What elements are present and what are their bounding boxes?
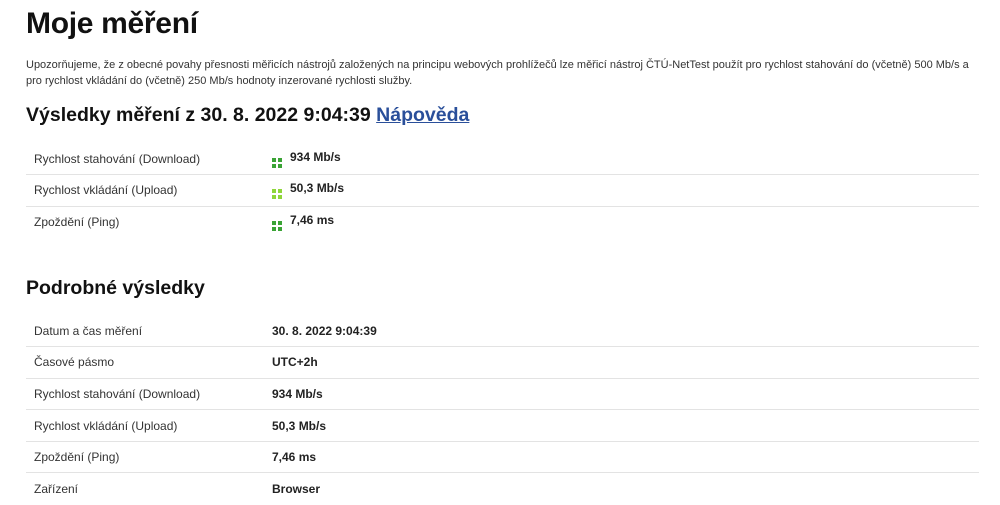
detail-row-device: Zařízení Browser <box>26 473 979 505</box>
detail-row-datetime: Datum a čas měření 30. 8. 2022 9:04:39 <box>26 315 979 347</box>
page-title: Moje měření <box>26 7 198 40</box>
detail-label: Datum a čas měření <box>34 323 143 338</box>
detail-value: 30. 8. 2022 9:04:39 <box>272 323 377 338</box>
detail-value: UTC+2h <box>272 355 318 370</box>
detail-value: 934 Mb/s <box>272 386 323 401</box>
result-row-upload: Rychlost vkládání (Upload) 50,3 Mb/s <box>26 175 979 207</box>
detail-results-table: Datum a čas měření 30. 8. 2022 9:04:39 Č… <box>26 315 979 505</box>
speed-limit-notice: Upozorňujeme, že z obecné povahy přesnos… <box>26 59 969 87</box>
result-value: 7,46 ms <box>290 213 335 228</box>
results-table: Rychlost stahování (Download) 934 Mb/s R… <box>26 143 979 238</box>
detail-label: Rychlost stahování (Download) <box>34 386 201 401</box>
result-value-cell: 934 Mb/s <box>272 143 979 175</box>
detail-row-download: Rychlost stahování (Download) 934 Mb/s <box>26 378 979 410</box>
detail-label: Časové pásmo <box>34 355 115 370</box>
result-value: 934 Mb/s <box>290 149 341 164</box>
result-label: Zpoždění (Ping) <box>34 215 120 230</box>
detail-label: Zařízení <box>34 482 79 497</box>
detail-row-ping: Zpoždění (Ping) 7,46 ms <box>26 441 979 473</box>
detail-value: 50,3 Mb/s <box>272 418 327 433</box>
quality-grid-icon <box>272 221 282 232</box>
help-link[interactable]: Nápověda <box>376 104 469 126</box>
detail-row-timezone: Časové pásmo UTC+2h <box>26 347 979 379</box>
result-value: 50,3 Mb/s <box>290 181 345 196</box>
detail-value: Browser <box>272 482 321 497</box>
result-value-cell: 7,46 ms <box>272 206 979 238</box>
results-heading: Výsledky měření z 30. 8. 2022 9:04:39 Ná… <box>26 104 469 127</box>
quality-grid-icon <box>272 189 282 200</box>
detail-label: Rychlost vkládání (Upload) <box>34 418 178 433</box>
page: Moje měření Upozorňujeme, že z obecné po… <box>0 0 1000 499</box>
detail-label: Zpoždění (Ping) <box>34 450 120 465</box>
detail-row-upload: Rychlost vkládání (Upload) 50,3 Mb/s <box>26 410 979 442</box>
results-heading-text: Výsledky měření z 30. 8. 2022 9:04:39 <box>26 104 371 126</box>
detail-value: 7,46 ms <box>272 450 317 465</box>
detail-results-heading: Podrobné výsledky <box>26 277 205 299</box>
quality-grid-icon <box>272 157 282 168</box>
result-row-download: Rychlost stahování (Download) 934 Mb/s <box>26 143 979 175</box>
result-label: Rychlost stahování (Download) <box>34 151 201 166</box>
result-value-cell: 50,3 Mb/s <box>272 175 979 207</box>
result-label: Rychlost vkládání (Upload) <box>34 183 178 198</box>
result-row-ping: Zpoždění (Ping) 7,46 ms <box>26 206 979 238</box>
